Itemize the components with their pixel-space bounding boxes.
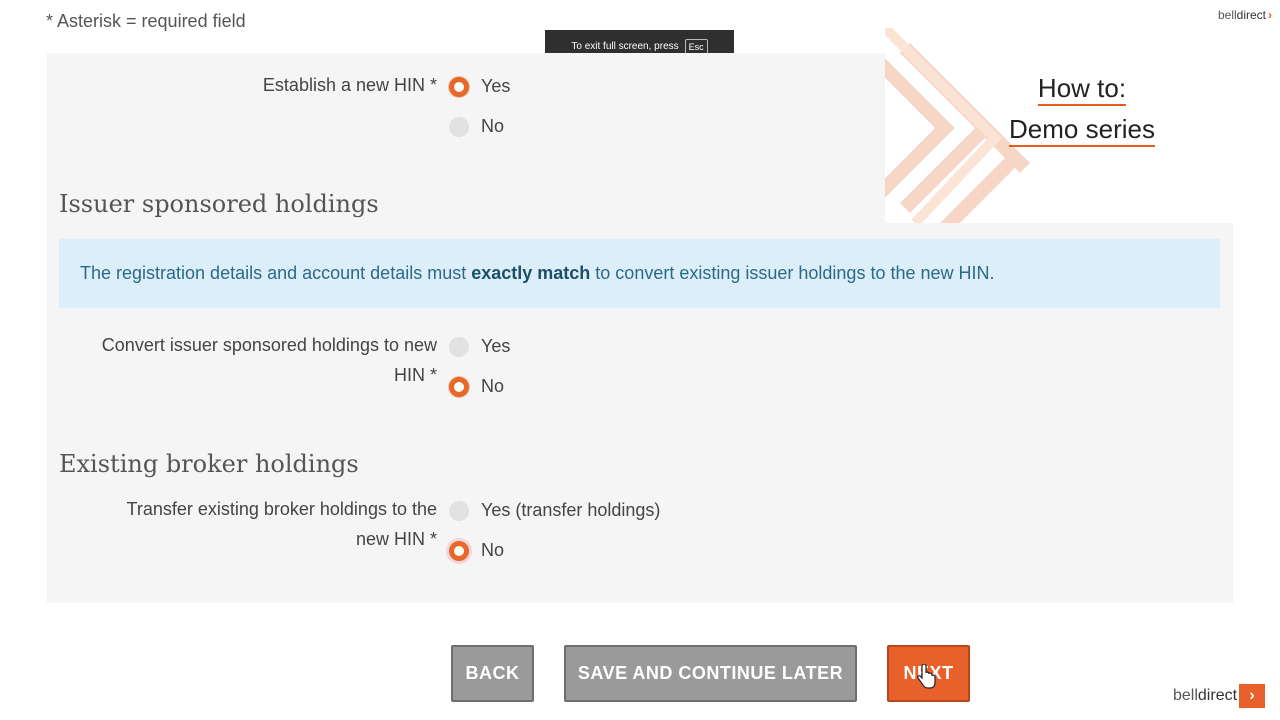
- promo-line-1: How to:: [1037, 73, 1127, 106]
- transfer-broker-yes-label: Yes (transfer holdings): [481, 500, 661, 520]
- back-button[interactable]: BACK: [451, 645, 534, 702]
- save-continue-later-button[interactable]: SAVE AND CONTINUE LATER: [564, 645, 857, 702]
- info-text-pre: The registration details and account det…: [80, 263, 472, 283]
- radio-unselected-icon[interactable]: [449, 336, 469, 357]
- convert-issuer-label: Convert issuer sponsored holdings to new…: [47, 330, 437, 390]
- required-field-note: * Asterisk = required field: [46, 11, 246, 31]
- promo-line-2: Demo series: [1009, 114, 1155, 147]
- radio-selected-icon[interactable]: [449, 540, 469, 561]
- fullscreen-toast-text: To exit full screen, press: [571, 41, 679, 52]
- establish-hin-yes-option[interactable]: Yes: [449, 76, 510, 97]
- info-text: The registration details and account det…: [80, 263, 995, 284]
- transfer-broker-yes-option[interactable]: Yes (transfer holdings): [449, 500, 660, 521]
- establish-hin-no-label: No: [481, 116, 505, 136]
- convert-issuer-label-line2: HIN *: [393, 365, 437, 385]
- info-text-bold: exactly match: [471, 263, 591, 283]
- logo-bell-text: bell: [1217, 8, 1237, 22]
- radio-selected-icon[interactable]: [449, 76, 469, 97]
- logo-direct-text: direct: [1197, 687, 1238, 705]
- transfer-broker-label: Transfer existing broker holdings to the…: [47, 494, 438, 554]
- transfer-broker-label-line1: Transfer existing broker holdings to the: [126, 499, 438, 519]
- promo-title: How to: Demo series: [997, 68, 1167, 150]
- logo-arrow-icon: ›: [1239, 684, 1266, 708]
- logo-bell-text: bell: [1173, 687, 1198, 705]
- broker-section-title: Existing broker holdings: [59, 450, 359, 478]
- radio-selected-icon[interactable]: [449, 376, 469, 397]
- establish-hin-label: Establish a new HIN *: [262, 75, 437, 95]
- belldirect-logo-top: belldirect ›: [1218, 8, 1272, 22]
- transfer-broker-label-line2: new HIN *: [355, 529, 437, 549]
- info-text-post: to convert existing issuer holdings to t…: [590, 263, 995, 283]
- establish-hin-no-option[interactable]: No: [449, 116, 504, 137]
- transfer-broker-no-label: No: [481, 540, 505, 560]
- convert-issuer-label-line1: Convert issuer sponsored holdings to new: [101, 335, 437, 355]
- issuer-info-box: The registration details and account det…: [59, 239, 1220, 308]
- logo-direct-text: direct: [1236, 8, 1266, 22]
- demo-series-promo: How to: Demo series: [885, 28, 1280, 223]
- convert-issuer-no-option[interactable]: No: [449, 376, 504, 397]
- convert-issuer-no-label: No: [481, 376, 505, 396]
- convert-issuer-yes-label: Yes: [481, 336, 511, 356]
- logo-arrow-icon: ›: [1268, 8, 1272, 22]
- hand-cursor-icon: [917, 664, 936, 689]
- issuer-section-title: Issuer sponsored holdings: [59, 190, 379, 218]
- radio-unselected-icon[interactable]: [449, 116, 469, 137]
- convert-issuer-yes-option[interactable]: Yes: [449, 336, 510, 357]
- establish-hin-yes-label: Yes: [481, 76, 511, 96]
- radio-unselected-icon[interactable]: [449, 500, 469, 521]
- belldirect-logo-bottom: belldirect ›: [1173, 684, 1266, 708]
- transfer-broker-no-option[interactable]: No: [449, 540, 504, 561]
